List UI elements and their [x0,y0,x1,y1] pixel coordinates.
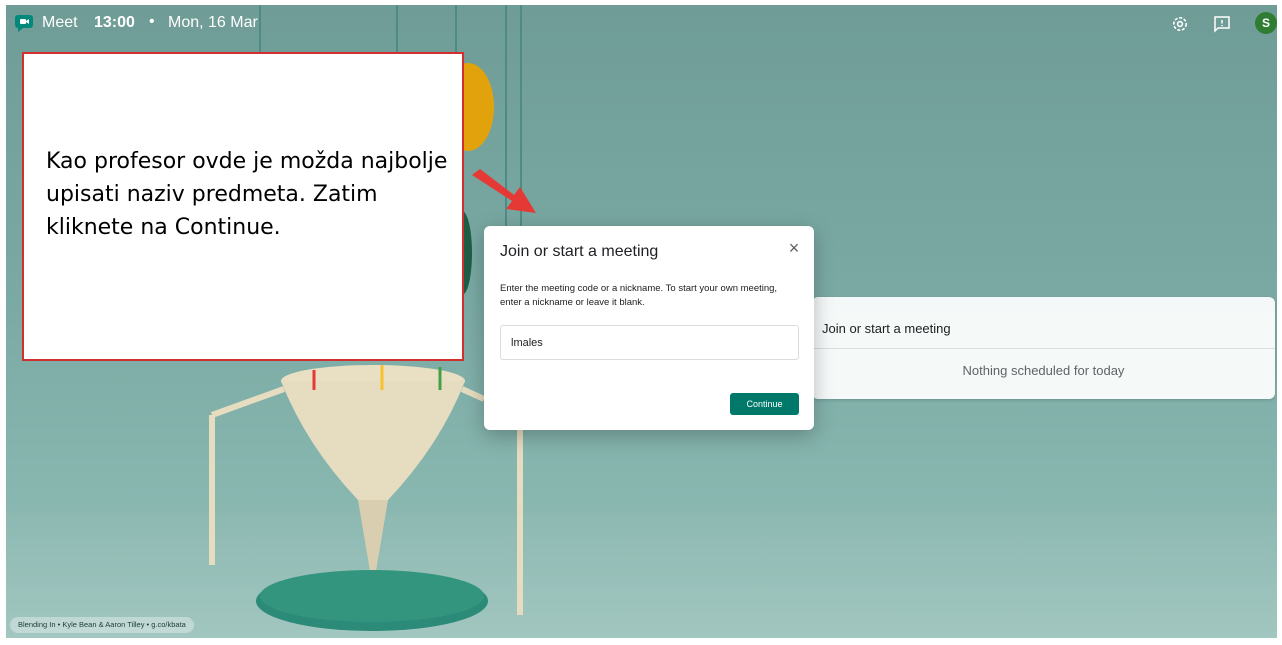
app-name: Meet [42,14,78,31]
red-arrow-icon [472,169,536,213]
panel-divider [812,348,1275,349]
meet-logo-icon [15,15,33,32]
meeting-code-input[interactable] [500,325,799,360]
feedback-icon[interactable] [1213,15,1231,33]
continue-button[interactable]: Continue [730,393,799,415]
no-meetings-message: Nothing scheduled for today [962,363,1125,378]
gear-icon[interactable] [1171,15,1189,33]
close-icon[interactable]: × [784,238,804,258]
background-credit-link[interactable]: Blending In • Kyle Bean & Aaron Tilley •… [10,617,194,633]
top-bar: Meet 13:00 • Mon, 16 Mar S [6,5,1277,41]
join-meeting-link[interactable]: Join or start a meeting [822,321,951,336]
instruction-text: Kao profesor ovde je možda najbolje upis… [46,149,448,240]
current-time: 13:00 [94,14,135,31]
account-avatar[interactable]: S [1255,12,1277,34]
dialog-title: Join or start a meeting [500,243,659,260]
dialog-description: Enter the meeting code or a nickname. To… [500,283,778,308]
instruction-callout: Kao profesor ovde je možda najbolje upis… [22,52,464,361]
time-date-separator: • [149,13,155,30]
current-date: Mon, 16 Mar [168,14,258,31]
join-meeting-dialog: Join or start a meeting × Enter the meet… [484,226,814,430]
meet-home-screen: Meet 13:00 • Mon, 16 Mar S Join or start… [6,5,1277,638]
meetings-panel: Join or start a meeting Nothing schedule… [812,297,1275,399]
